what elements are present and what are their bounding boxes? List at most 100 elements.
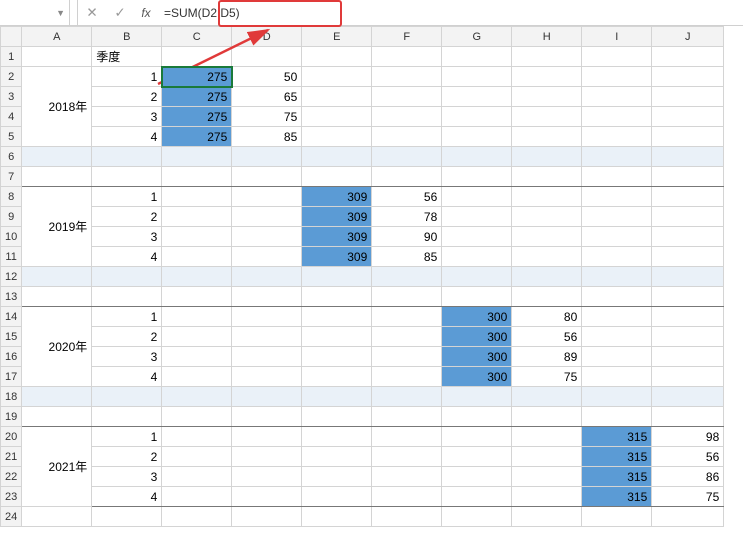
cell[interactable]: 75 — [232, 107, 302, 127]
cell[interactable] — [232, 147, 302, 167]
cell[interactable] — [652, 247, 724, 267]
row-header[interactable]: 18 — [1, 387, 22, 407]
row-header[interactable]: 5 — [1, 127, 22, 147]
row-header[interactable]: 10 — [1, 227, 22, 247]
row-header[interactable]: 11 — [1, 247, 22, 267]
cell[interactable]: 1 — [92, 427, 162, 447]
cell[interactable] — [162, 247, 232, 267]
cell[interactable] — [162, 487, 232, 507]
cell[interactable] — [652, 327, 724, 347]
cell[interactable] — [162, 227, 232, 247]
cell[interactable]: 50 — [232, 67, 302, 87]
cell[interactable] — [162, 387, 232, 407]
cell[interactable]: 89 — [512, 347, 582, 367]
cell[interactable] — [442, 267, 512, 287]
row-header[interactable]: 6 — [1, 147, 22, 167]
cell[interactable] — [582, 387, 652, 407]
cell[interactable] — [302, 507, 372, 527]
cell[interactable] — [162, 287, 232, 307]
cell[interactable] — [442, 447, 512, 467]
cell[interactable]: 65 — [232, 87, 302, 107]
cell[interactable] — [22, 267, 92, 287]
col-header[interactable]: J — [652, 27, 724, 47]
cell[interactable] — [162, 47, 232, 67]
cell[interactable]: 300 — [442, 307, 512, 327]
cell[interactable] — [512, 47, 582, 67]
cell[interactable]: 78 — [372, 207, 442, 227]
cell[interactable] — [442, 87, 512, 107]
cell[interactable] — [652, 127, 724, 147]
cell[interactable]: 2 — [92, 87, 162, 107]
cell[interactable] — [232, 347, 302, 367]
cell[interactable] — [232, 267, 302, 287]
cell[interactable]: 3 — [92, 227, 162, 247]
cell[interactable]: 3 — [92, 347, 162, 367]
cell[interactable] — [652, 87, 724, 107]
cell[interactable] — [582, 347, 652, 367]
cell[interactable] — [22, 147, 92, 167]
cell[interactable]: 2 — [92, 447, 162, 467]
cell[interactable] — [302, 47, 372, 67]
confirm-button[interactable]: ✓ — [106, 0, 134, 25]
cell[interactable] — [512, 427, 582, 447]
cell[interactable] — [232, 427, 302, 447]
cell[interactable] — [22, 167, 92, 187]
cell[interactable] — [372, 447, 442, 467]
cell[interactable] — [162, 507, 232, 527]
cell[interactable] — [582, 87, 652, 107]
cell[interactable] — [652, 347, 724, 367]
cell[interactable]: 98 — [652, 427, 724, 447]
cell[interactable]: 85 — [232, 127, 302, 147]
cell[interactable] — [302, 287, 372, 307]
cell[interactable] — [372, 387, 442, 407]
cell[interactable] — [232, 47, 302, 67]
col-header[interactable]: D — [232, 27, 302, 47]
cell[interactable] — [232, 447, 302, 467]
cell[interactable] — [162, 447, 232, 467]
cell[interactable] — [512, 467, 582, 487]
cell[interactable] — [442, 407, 512, 427]
cell[interactable] — [582, 367, 652, 387]
cell[interactable] — [442, 167, 512, 187]
cell[interactable] — [162, 467, 232, 487]
row-header[interactable]: 15 — [1, 327, 22, 347]
row-header[interactable]: 14 — [1, 307, 22, 327]
cell[interactable] — [232, 247, 302, 267]
cell[interactable] — [512, 187, 582, 207]
cell[interactable]: 315 — [582, 427, 652, 447]
cell[interactable] — [582, 127, 652, 147]
cell[interactable] — [372, 427, 442, 447]
cell[interactable] — [162, 327, 232, 347]
col-header[interactable]: I — [582, 27, 652, 47]
cell[interactable] — [582, 147, 652, 167]
cell[interactable]: 1 — [92, 307, 162, 327]
cell[interactable] — [162, 407, 232, 427]
cell[interactable] — [302, 167, 372, 187]
row-header[interactable]: 16 — [1, 347, 22, 367]
cell[interactable] — [162, 167, 232, 187]
cell[interactable] — [442, 187, 512, 207]
cell[interactable]: 315 — [582, 467, 652, 487]
cell[interactable] — [372, 487, 442, 507]
spreadsheet-grid[interactable]: A B C D E F G H I J 1 季度 2 2018年 1 275 5… — [0, 26, 724, 527]
cell[interactable] — [92, 407, 162, 427]
cell[interactable] — [232, 507, 302, 527]
cell[interactable] — [442, 127, 512, 147]
cell[interactable] — [372, 167, 442, 187]
cell[interactable] — [302, 487, 372, 507]
cell[interactable] — [92, 267, 162, 287]
row-header[interactable]: 7 — [1, 167, 22, 187]
cell[interactable] — [232, 307, 302, 327]
cell[interactable] — [652, 387, 724, 407]
cell[interactable] — [22, 387, 92, 407]
cell[interactable] — [652, 187, 724, 207]
cell[interactable] — [162, 307, 232, 327]
cell[interactable] — [232, 167, 302, 187]
cell[interactable] — [582, 67, 652, 87]
cell[interactable]: 275 — [162, 127, 232, 147]
cell[interactable] — [302, 107, 372, 127]
year-cell[interactable]: 2021年 — [22, 427, 92, 507]
cell[interactable]: 4 — [92, 247, 162, 267]
cell[interactable]: 56 — [512, 327, 582, 347]
row-header[interactable]: 12 — [1, 267, 22, 287]
